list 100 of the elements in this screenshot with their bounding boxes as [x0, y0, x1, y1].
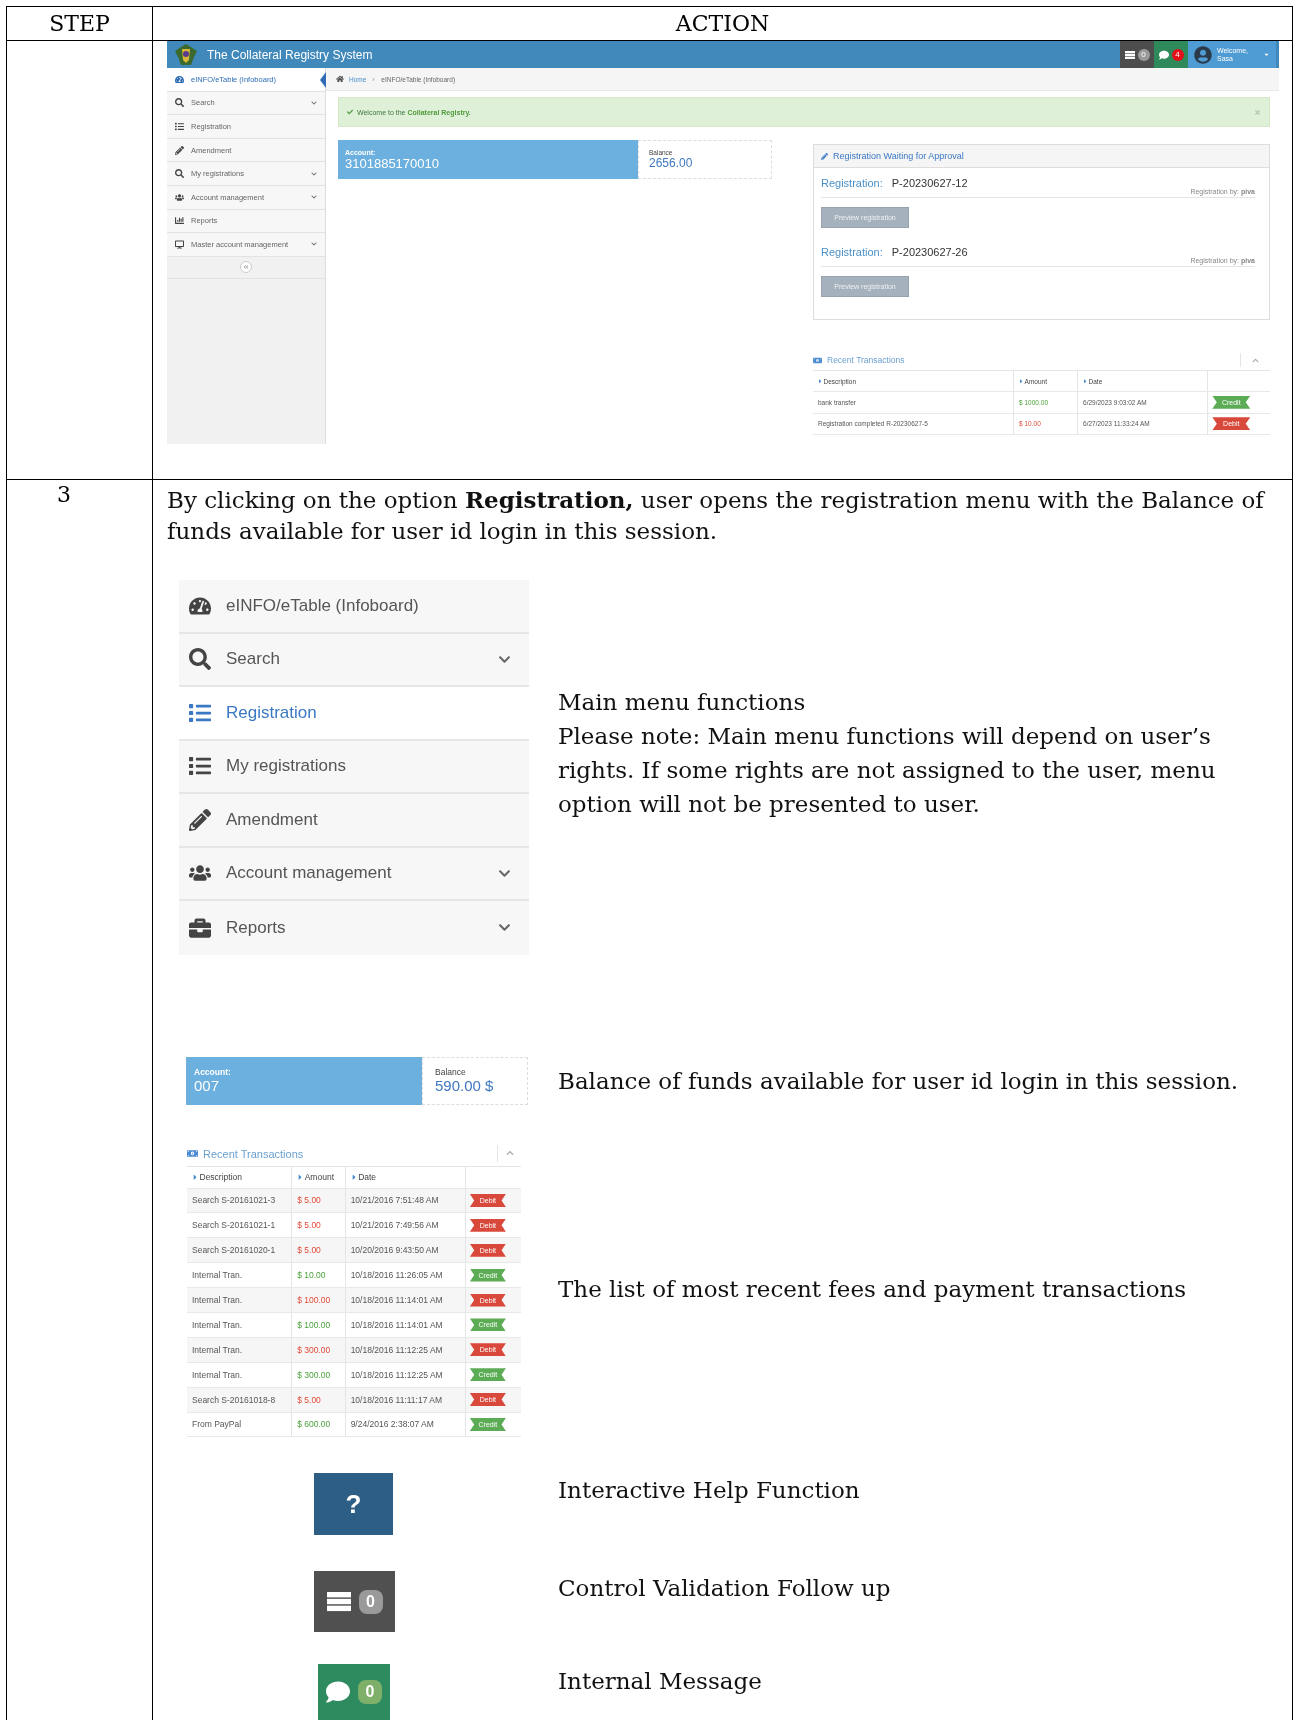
table-cell: Search S-20161021-3 [187, 1188, 293, 1213]
note-text: Control Validation Follow up [558, 1574, 891, 1604]
check-icon [347, 109, 353, 115]
column-header: ACTION [674, 10, 771, 38]
list-icon [189, 701, 211, 724]
emblem-icon [173, 42, 199, 67]
pencil-icon [189, 808, 211, 831]
table-cell: Internal Tran. [187, 1362, 293, 1387]
caret-icon [1263, 51, 1270, 58]
column-header[interactable]: Amount [304, 1172, 334, 1182]
avatar-icon [1194, 45, 1212, 64]
table-cell: 10/18/2016 11:14:01 AM [345, 1288, 466, 1312]
table-cell: Search S-20161020-1 [187, 1238, 293, 1263]
column-header[interactable]: Description [199, 1172, 243, 1182]
table-cell: 10/18/2016 11:11:17 AM [345, 1387, 466, 1412]
pencil-icon [821, 152, 828, 160]
users-icon [175, 192, 184, 202]
menu-item[interactable]: Reports [179, 901, 529, 955]
chat-icon [326, 1680, 350, 1705]
panel-title: Registration Waiting for Approval [833, 151, 964, 161]
table-cell: Internal Tran. [187, 1263, 293, 1288]
briefcase-icon [189, 916, 211, 939]
table-cell: Internal Tran. [187, 1288, 293, 1312]
search-icon [189, 648, 211, 671]
menu-item[interactable]: My registrations [179, 740, 529, 794]
chevron-icon [311, 241, 317, 248]
monitor-icon [175, 239, 184, 249]
balance-value: 2656.00 [649, 156, 694, 170]
chat-icon [1158, 49, 1169, 60]
help-button[interactable]: ? [314, 1473, 393, 1536]
chevron-icon [311, 170, 317, 177]
home-icon [336, 75, 344, 83]
table-cell: Search S-20161018-8 [187, 1387, 293, 1412]
menu-item[interactable]: eINFO/eTable (Infoboard) [179, 580, 529, 634]
step-description: By clicking on the option Registration, user opens the registration menu with the Balance of funds available for user id login in this session. [167, 485, 1266, 546]
table-cell: $ 600.00 [292, 1412, 346, 1437]
registration-label: Registration: [821, 176, 883, 189]
note-title: Main menu functions [558, 688, 807, 717]
table-cell: $ 5.00 [292, 1213, 346, 1238]
table-cell: $ 10.00 [292, 1263, 346, 1288]
table-cell: $ 5.00 [292, 1188, 346, 1213]
caret-icon [1082, 377, 1089, 385]
chevron-icon [311, 194, 317, 201]
table-cell: Search S-20161021-1 [187, 1213, 293, 1238]
money-icon [813, 355, 822, 365]
registration-id: P-20230627-26 [891, 245, 969, 258]
menu-item[interactable]: Account management [179, 847, 529, 901]
balance-label: Balance [435, 1067, 467, 1077]
app-title: The Collateral Registry System [207, 47, 374, 62]
separator-icon [371, 76, 377, 82]
caret-icon [817, 377, 824, 385]
dashboard-icon [175, 74, 184, 84]
table-cell: $ 100.00 [292, 1288, 346, 1312]
table-cell: Internal Tran. [187, 1312, 293, 1337]
table-cell: From PayPal [187, 1412, 293, 1437]
pencil-icon [175, 145, 184, 155]
account-label: Account: [194, 1067, 232, 1077]
note-text: The list of most recent fees and payment transactions [558, 1275, 1187, 1305]
chevron-up-icon [1252, 356, 1259, 364]
stack-icon [1124, 50, 1135, 59]
table-cell: 10/18/2016 11:26:05 AM [345, 1263, 466, 1288]
menu-item[interactable]: Amendment [179, 794, 529, 848]
registration-id: P-20230627-12 [891, 176, 969, 189]
list-icon [175, 122, 184, 131]
bar-chart-icon [175, 216, 184, 226]
list-icon [189, 755, 211, 778]
double-chevron-icon [243, 264, 249, 271]
table-cell: 10/18/2016 11:14:01 AM [345, 1312, 466, 1337]
table-cell: 10/18/2016 11:12:25 AM [345, 1337, 466, 1362]
note-text: Balance of funds available for user id login in this session. [558, 1066, 1239, 1096]
collapse-button[interactable] [240, 261, 252, 274]
table-cell: 10/20/2016 9:43:50 AM [345, 1238, 466, 1263]
messages-button[interactable]: 4 [1154, 41, 1188, 68]
table-cell: 10/21/2016 7:49:56 AM [345, 1213, 466, 1238]
panel-title: Recent Transactions [827, 355, 906, 365]
note-text: Interactive Help Function [558, 1476, 860, 1506]
chevron-up-icon [505, 1149, 514, 1158]
close-icon[interactable] [1254, 108, 1261, 116]
table-cell: 10/18/2016 11:12:25 AM [345, 1362, 466, 1387]
note-text: Please note: Main menu functions will depend on user’s rights. If some rights are not assigned to the user, menu option will not be presented to user. [558, 722, 1217, 819]
column-header[interactable]: Date [358, 1172, 377, 1182]
table-cell: $ 100.00 [292, 1312, 346, 1337]
table-cell: Internal Tran. [187, 1337, 293, 1362]
table-cell: $ 300.00 [292, 1362, 346, 1387]
caret-icon [1018, 377, 1025, 385]
note-text: Internal Message [558, 1667, 762, 1697]
stack-icon [326, 1592, 351, 1612]
balance-value: 590.00 $ [435, 1077, 495, 1094]
table-cell: $ 300.00 [292, 1337, 346, 1362]
table-cell: $ 5.00 [292, 1387, 346, 1412]
table-cell: $ 5.00 [292, 1238, 346, 1263]
account-number: 007 [194, 1077, 221, 1094]
column-header: STEP [48, 10, 111, 38]
table-cell: 9/24/2016 2:38:07 AM [345, 1412, 466, 1437]
chevron-icon [311, 99, 317, 106]
menu-item[interactable]: Search [179, 633, 529, 687]
money-icon [187, 1148, 198, 1159]
search-icon [175, 169, 184, 179]
registration-label: Registration: [821, 245, 883, 258]
step-number: 3 [57, 482, 71, 507]
